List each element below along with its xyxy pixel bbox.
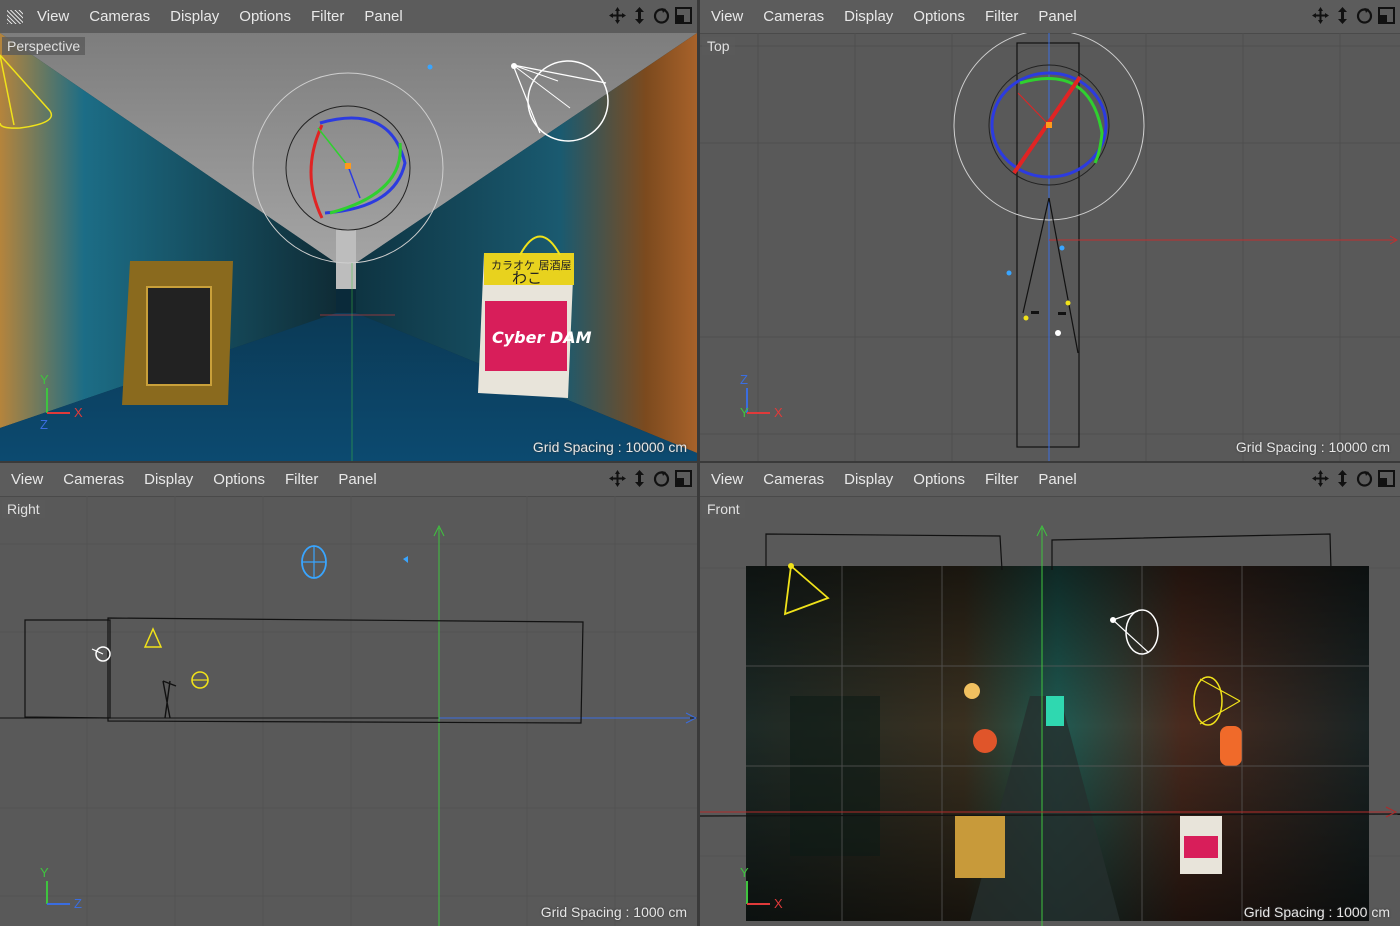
right-viewport[interactable]: Y Z Right Grid Spacing : 1000 cm: [0, 496, 697, 926]
perspective-scene: カラオケ 居酒屋 わこ Cyber DAM Y X Z: [0, 33, 697, 461]
maximize-icon[interactable]: [1377, 469, 1396, 488]
menu-filter[interactable]: Filter: [301, 0, 354, 33]
panel-grip-icon[interactable]: [7, 9, 23, 24]
grid-spacing-readout: Grid Spacing : 1000 cm: [540, 904, 687, 920]
menu-display[interactable]: Display: [834, 463, 903, 496]
menu-filter[interactable]: Filter: [975, 463, 1028, 496]
axis-x-label: X: [774, 896, 783, 911]
top-pane: View Cameras Display Options Filter Pane…: [700, 0, 1400, 461]
front-pane: View Cameras Display Options Filter Pane…: [700, 463, 1400, 926]
menu-cameras[interactable]: Cameras: [79, 0, 160, 33]
viewport-grid: [700, 33, 1400, 461]
axis-y-label: Y: [40, 865, 49, 880]
viewport-grid: [0, 496, 697, 926]
axis-x-label: X: [774, 405, 783, 420]
top-viewport[interactable]: Z Y X Top Grid Spacing : 10000 cm: [700, 33, 1400, 461]
perspective-pane: View Cameras Display Options Filter Pane…: [0, 0, 697, 461]
zoom-icon[interactable]: [630, 469, 649, 488]
zoom-icon[interactable]: [1333, 469, 1352, 488]
axis-indicator: Y Z: [40, 865, 82, 911]
rotate-icon[interactable]: [1355, 6, 1374, 25]
menu-display[interactable]: Display: [134, 463, 203, 496]
axis-z-label: Z: [740, 372, 748, 387]
right-scene: Y Z: [0, 496, 697, 926]
axis-x-label: X: [74, 405, 83, 420]
menu-options[interactable]: Options: [203, 463, 275, 496]
perspective-viewport[interactable]: カラオケ 居酒屋 わこ Cyber DAM Y X Z Perspective …: [0, 33, 697, 461]
grid-spacing-readout: Grid Spacing : 10000 cm: [532, 439, 687, 455]
menu-view[interactable]: View: [701, 463, 753, 496]
menu-filter[interactable]: Filter: [975, 0, 1028, 33]
maximize-icon[interactable]: [674, 6, 693, 25]
front-viewport[interactable]: Y X Front Grid Spacing : 1000 cm: [700, 496, 1400, 926]
front-scene: Y X: [700, 524, 1400, 926]
zoom-icon[interactable]: [1333, 6, 1352, 25]
menu-options[interactable]: Options: [229, 0, 301, 33]
move-icon[interactable]: [608, 469, 627, 488]
perspective-menubar: View Cameras Display Options Filter Pane…: [0, 0, 697, 34]
menu-display[interactable]: Display: [834, 0, 903, 33]
rotate-icon[interactable]: [652, 469, 671, 488]
maximize-icon[interactable]: [1377, 6, 1396, 25]
alley-outline[interactable]: [1016, 42, 1080, 448]
zoom-icon[interactable]: [630, 6, 649, 25]
viewport-label: Perspective: [2, 37, 86, 55]
menu-view[interactable]: View: [27, 0, 79, 33]
nav-icons: [1311, 6, 1396, 25]
grid-spacing-readout: Grid Spacing : 10000 cm: [1235, 439, 1390, 455]
menu-options[interactable]: Options: [903, 0, 975, 33]
nav-icons: [1311, 469, 1396, 488]
backdrop-photo[interactable]: [746, 566, 1369, 921]
menu-panel[interactable]: Panel: [1028, 0, 1086, 33]
axis-indicator: Z Y X: [740, 372, 783, 420]
maximize-icon[interactable]: [674, 469, 693, 488]
top-menubar: View Cameras Display Options Filter Pane…: [700, 0, 1400, 34]
top-scene: Z Y X: [700, 33, 1400, 461]
rotate-icon[interactable]: [652, 6, 671, 25]
viewport-layout: View Cameras Display Options Filter Pane…: [0, 0, 1400, 926]
menu-cameras[interactable]: Cameras: [753, 0, 834, 33]
menu-panel[interactable]: Panel: [1028, 463, 1086, 496]
viewport-label: Front: [702, 500, 745, 518]
axis-z-label: Z: [40, 417, 48, 432]
move-icon[interactable]: [608, 6, 627, 25]
menu-display[interactable]: Display: [160, 0, 229, 33]
move-icon[interactable]: [1311, 469, 1330, 488]
menu-cameras[interactable]: Cameras: [53, 463, 134, 496]
alley-outline[interactable]: [24, 617, 584, 724]
move-icon[interactable]: [1311, 6, 1330, 25]
viewport-label: Right: [2, 500, 45, 518]
menu-panel[interactable]: Panel: [328, 463, 386, 496]
menu-cameras[interactable]: Cameras: [753, 463, 834, 496]
menu-filter[interactable]: Filter: [275, 463, 328, 496]
nav-icons: [608, 469, 693, 488]
right-menubar: View Cameras Display Options Filter Pane…: [0, 463, 697, 497]
rotate-icon[interactable]: [1355, 469, 1374, 488]
axis-y-label: Y: [740, 865, 749, 880]
sign-brand-text: Cyber DAM: [492, 328, 592, 347]
axis-y-label: Y: [740, 405, 749, 420]
menu-view[interactable]: View: [701, 0, 753, 33]
menu-options[interactable]: Options: [903, 463, 975, 496]
axis-z-label: Z: [74, 896, 82, 911]
grid-spacing-readout: Grid Spacing : 1000 cm: [1243, 904, 1390, 920]
front-menubar: View Cameras Display Options Filter Pane…: [700, 463, 1400, 497]
menu-panel[interactable]: Panel: [354, 0, 412, 33]
axis-y-label: Y: [40, 372, 49, 387]
right-pane: View Cameras Display Options Filter Pane…: [0, 463, 697, 926]
viewport-label: Top: [702, 37, 735, 55]
sign-name-text: わこ: [512, 269, 542, 287]
menu-view[interactable]: View: [1, 463, 53, 496]
nav-icons: [608, 6, 693, 25]
